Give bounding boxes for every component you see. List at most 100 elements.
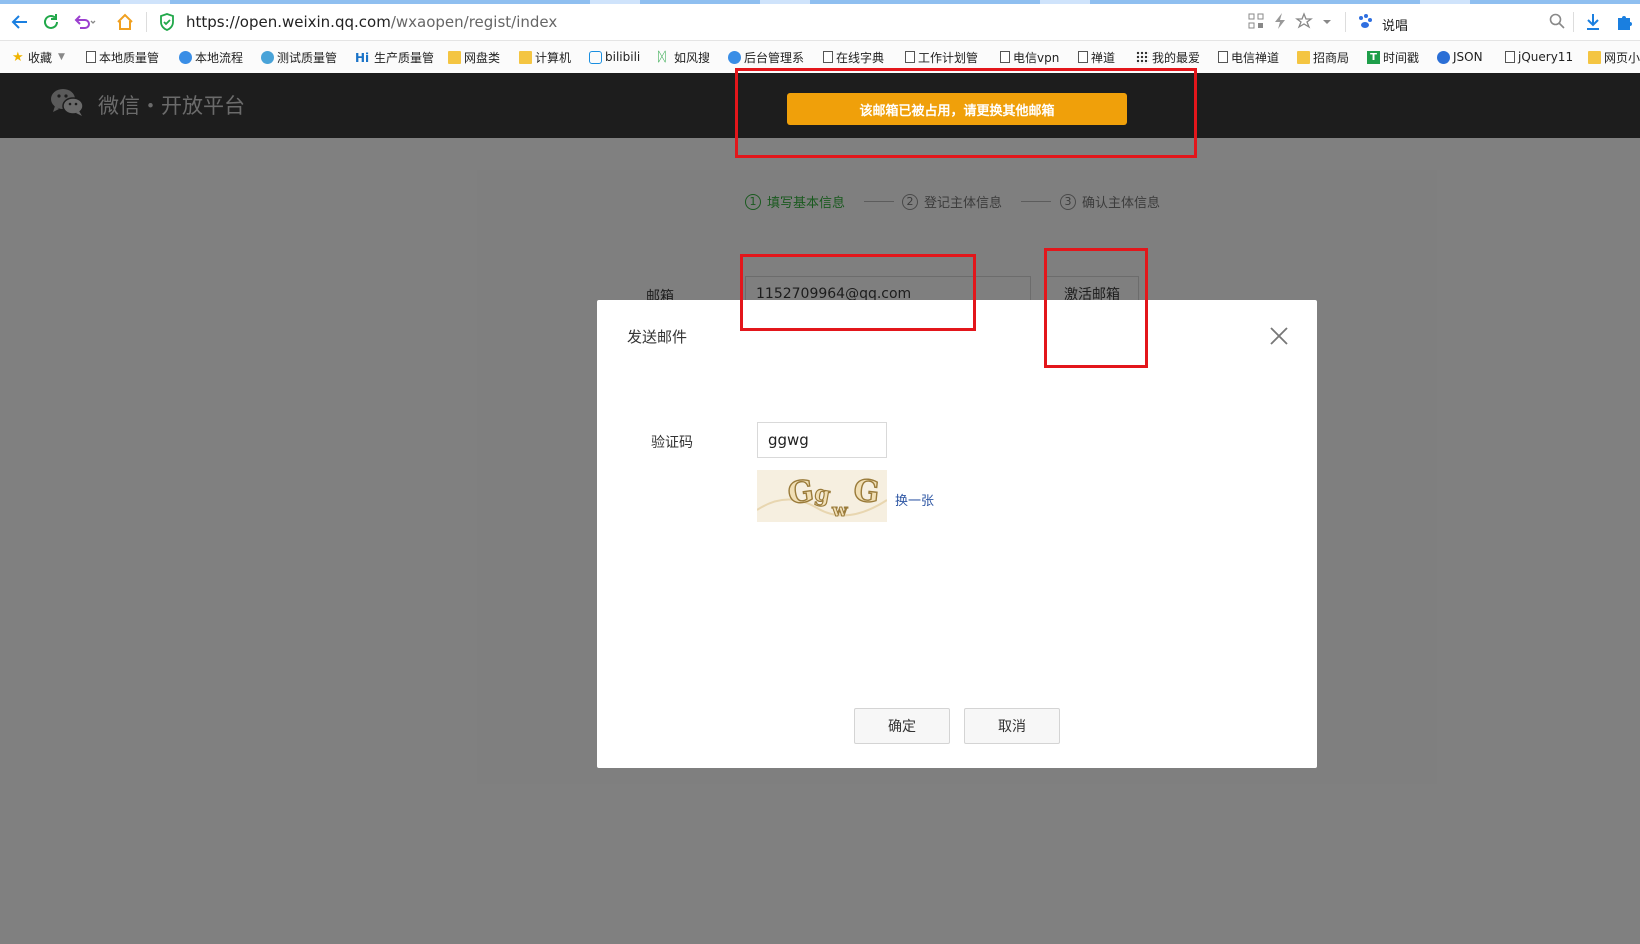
platform-title: 微信・开放平台 bbox=[98, 94, 245, 118]
bookmark-item[interactable]: 在线字典 bbox=[823, 49, 884, 65]
refresh-captcha-link[interactable]: 换一张 bbox=[895, 490, 934, 509]
bookmark-item[interactable]: T 时间戳 bbox=[1367, 49, 1419, 65]
star-bookmark-icon[interactable] bbox=[1295, 12, 1315, 32]
bookmark-item[interactable]: JSON bbox=[1437, 49, 1483, 65]
download-icon[interactable] bbox=[1584, 12, 1604, 32]
doc-icon bbox=[905, 51, 915, 63]
chevron-down-icon[interactable] bbox=[1320, 12, 1340, 32]
bookmark-item[interactable]: 测试质量管 bbox=[261, 49, 337, 65]
annotation-box-email bbox=[740, 254, 976, 331]
doc-icon bbox=[1218, 51, 1228, 63]
bookmark-item[interactable]: 后台管理系 bbox=[728, 49, 804, 65]
timestamp-icon: T bbox=[1367, 50, 1380, 64]
globe-icon bbox=[728, 50, 741, 64]
bookmark-item[interactable]: 禅道 bbox=[1078, 49, 1115, 65]
folder-icon bbox=[1588, 50, 1601, 64]
svg-text:G: G bbox=[786, 474, 816, 512]
step-number: 2 bbox=[902, 193, 918, 210]
bookmark-item[interactable]: 招商局 bbox=[1297, 49, 1349, 65]
captcha-label: 验证码 bbox=[651, 435, 693, 451]
baidu-paw-icon bbox=[1356, 12, 1376, 32]
bookmark-label: 工作计划管 bbox=[918, 50, 979, 65]
doc-icon bbox=[86, 51, 96, 63]
step-number: 1 bbox=[745, 193, 761, 210]
back-icon[interactable] bbox=[10, 12, 30, 32]
undo-icon[interactable] bbox=[72, 12, 96, 32]
bookmark-label: 测试质量管 bbox=[277, 50, 338, 65]
globe-icon bbox=[179, 50, 192, 64]
step-connector bbox=[864, 201, 894, 202]
svg-text:w: w bbox=[831, 500, 848, 521]
annotation-box-toast bbox=[735, 68, 1197, 158]
folder-icon bbox=[448, 50, 461, 64]
bookmark-label: 本地流程 bbox=[195, 50, 244, 65]
bookmark-item[interactable]: 工作计划管 bbox=[905, 49, 978, 65]
bookmark-label: 电信禅道 bbox=[1231, 50, 1280, 65]
folder-icon bbox=[519, 50, 532, 64]
bookmark-item[interactable]: 本地质量管 bbox=[86, 49, 159, 65]
bookmark-label: 收藏 bbox=[28, 50, 53, 65]
globe-icon bbox=[1437, 50, 1450, 64]
bookmark-item[interactable]: 网页小 bbox=[1588, 49, 1640, 65]
bookmark-favorites[interactable]: ★ 收藏 ▼ bbox=[12, 49, 65, 65]
bookmark-label: 电信vpn bbox=[1013, 50, 1060, 65]
step-label: 确认主体信息 bbox=[1082, 196, 1161, 211]
bookmark-item[interactable]: bilibili bbox=[589, 49, 640, 65]
step-label: 填写基本信息 bbox=[767, 196, 846, 211]
home-icon[interactable] bbox=[115, 12, 135, 32]
bookmark-item[interactable]: 电信vpn bbox=[1000, 49, 1059, 65]
bookmark-label: 招商局 bbox=[1313, 50, 1350, 65]
bookmark-label: 计算机 bbox=[535, 50, 572, 65]
search-box-text[interactable]: 说唱 bbox=[1382, 15, 1408, 34]
bookmark-label: 如风搜 bbox=[674, 50, 711, 65]
confirm-button[interactable]: 确定 bbox=[854, 708, 950, 744]
captcha-input[interactable] bbox=[757, 422, 887, 458]
step-1: 1 填写基本信息 bbox=[745, 192, 845, 211]
bookmark-item[interactable]: 网盘类 bbox=[448, 49, 500, 65]
url-host: https://open.weixin.qq.com bbox=[186, 13, 391, 31]
bookmark-item[interactable]: ᛞ 如风搜 bbox=[658, 49, 710, 65]
secure-shield-icon bbox=[158, 12, 178, 32]
bookmark-item[interactable]: 计算机 bbox=[519, 49, 571, 65]
bookmark-label: 本地质量管 bbox=[99, 50, 160, 65]
leaf-icon: ᛞ bbox=[658, 49, 666, 65]
browser-toolbar: https://open.weixin.qq.com/wxaopen/regis… bbox=[0, 4, 1640, 41]
step-connector bbox=[1021, 201, 1051, 202]
hi-icon: Hi bbox=[355, 50, 370, 65]
step-label: 登记主体信息 bbox=[924, 196, 1003, 211]
bookmark-item[interactable]: jQuery11 bbox=[1505, 49, 1573, 65]
bookmark-label: 在线字典 bbox=[836, 50, 885, 65]
qr-code-icon[interactable] bbox=[1247, 12, 1267, 32]
bookmark-item[interactable]: 我的最爱 bbox=[1136, 49, 1200, 65]
dialog-title: 发送邮件 bbox=[627, 328, 688, 346]
close-icon[interactable] bbox=[1267, 324, 1291, 348]
search-icon[interactable] bbox=[1548, 12, 1568, 32]
cancel-button[interactable]: 取消 bbox=[964, 708, 1060, 744]
svg-text:G: G bbox=[852, 473, 881, 510]
step-number: 3 bbox=[1060, 193, 1076, 210]
refresh-icon[interactable] bbox=[41, 12, 61, 32]
doc-icon bbox=[1505, 51, 1515, 63]
bookmark-label: 后台管理系 bbox=[744, 50, 805, 65]
bookmark-item[interactable]: Hi 生产质量管 bbox=[355, 49, 434, 65]
doc-icon bbox=[1078, 51, 1088, 63]
bookmark-label: jQuery11 bbox=[1518, 50, 1574, 64]
doc-icon bbox=[823, 51, 833, 63]
lightning-icon[interactable] bbox=[1272, 12, 1292, 32]
grid-icon bbox=[1136, 50, 1149, 64]
send-email-dialog: 发送邮件 验证码 G g w G 换一张 确定 取消 bbox=[597, 300, 1317, 768]
bookmark-item[interactable]: 本地流程 bbox=[179, 49, 243, 65]
address-bar-url[interactable]: https://open.weixin.qq.com/wxaopen/regis… bbox=[186, 13, 557, 31]
bilibili-icon bbox=[589, 50, 602, 64]
bookmark-label: 时间戳 bbox=[1383, 50, 1420, 65]
extension-puzzle-icon[interactable] bbox=[1614, 12, 1634, 32]
wechat-logo-icon bbox=[49, 86, 85, 118]
chevron-down-icon: ▼ bbox=[58, 52, 65, 62]
bookmark-label: 禅道 bbox=[1091, 50, 1116, 65]
captcha-image[interactable]: G g w G bbox=[757, 470, 887, 522]
bookmark-item[interactable]: 电信禅道 bbox=[1218, 49, 1279, 65]
bookmark-label: JSON bbox=[1453, 50, 1483, 64]
bookmark-label: 网页小 bbox=[1604, 50, 1640, 65]
folder-icon bbox=[1297, 50, 1310, 64]
step-3: 3 确认主体信息 bbox=[1060, 192, 1160, 211]
